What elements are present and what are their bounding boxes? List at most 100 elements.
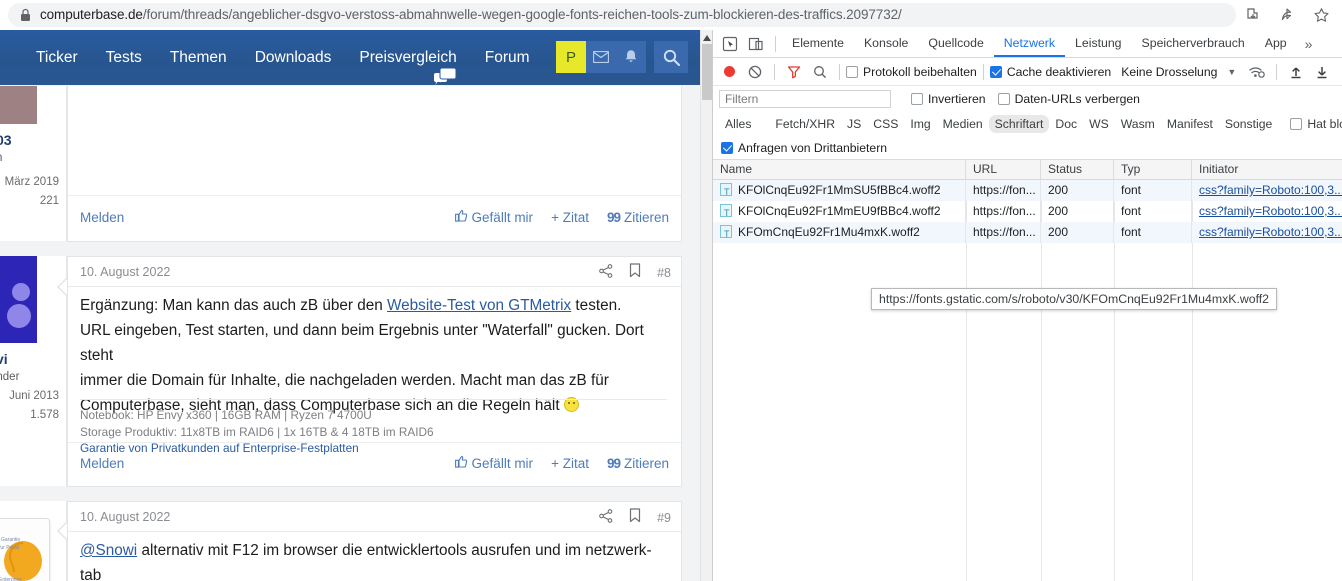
post-7-like-button[interactable]: Gefällt mir <box>454 209 533 225</box>
scrollbar-thumb[interactable] <box>702 44 712 100</box>
post-8-like-button[interactable]: Gefällt mir <box>454 455 533 471</box>
type-filter-css[interactable]: CSS <box>867 115 904 133</box>
bookmark-icon[interactable] <box>629 508 641 528</box>
clear-icon[interactable] <box>742 59 768 85</box>
post-7-actions: Gefällt mir + Zitat 99 Zitieren <box>454 209 669 225</box>
share-icon[interactable] <box>599 263 613 283</box>
type-filter-img[interactable]: Img <box>904 115 936 133</box>
post-8-report[interactable]: Melden <box>80 456 124 471</box>
column-header-url[interactable]: URL <box>966 160 1041 180</box>
post-8-number[interactable]: #8 <box>657 266 671 280</box>
column-header-status[interactable]: Status <box>1041 160 1114 180</box>
search-icon[interactable] <box>654 41 688 73</box>
post-8-username[interactable]: vi <box>0 351 8 367</box>
type-filter-ws[interactable]: WS <box>1083 115 1115 133</box>
type-filter-fetch-xhr[interactable]: Fetch/XHR <box>769 115 841 133</box>
post-9-header: 10. August 2022 #9 <box>68 502 681 532</box>
scroll-up-icon[interactable] <box>702 32 712 44</box>
post-8-quote-button[interactable]: + Zitat <box>551 456 589 471</box>
third-party-box[interactable] <box>721 141 733 154</box>
table-row[interactable]: KFOmCnqEu92Fr1Mu4mxK.woff2 https://fon..… <box>713 222 1342 243</box>
post-9-number[interactable]: #9 <box>657 511 671 525</box>
filter-input[interactable] <box>719 90 891 108</box>
table-row[interactable]: KFOlCnqEu92Fr1MmSU5fBBc4.woff2 https://f… <box>713 180 1342 201</box>
blocked-cookies-box[interactable] <box>1290 118 1303 130</box>
hide-data-urls-box[interactable] <box>997 93 1010 105</box>
hide-data-urls-checkbox[interactable]: Daten-URLs verbergen <box>997 92 1140 106</box>
bookmark-icon[interactable] <box>629 263 641 283</box>
tab-app[interactable]: App <box>1255 30 1297 57</box>
install-icon[interactable] <box>1242 4 1264 26</box>
invert-checkbox[interactable]: Invertieren <box>911 92 986 106</box>
more-tabs-icon[interactable]: » <box>1297 36 1321 52</box>
bookmark-star-icon[interactable] <box>1310 4 1332 26</box>
request-initiator[interactable]: css?family=Roboto:100,3... <box>1199 183 1342 197</box>
plus-badge[interactable]: P <box>556 41 586 73</box>
tab-quellcode[interactable]: Quellcode <box>918 30 993 57</box>
nav-item-tests[interactable]: Tests <box>92 30 156 85</box>
search-icon[interactable] <box>807 59 833 85</box>
blocked-cookies-checkbox[interactable]: Hat blockierte Co <box>1290 117 1342 131</box>
nav-item-forum[interactable]: Forum <box>471 30 544 85</box>
toolbar-divider-4 <box>1276 63 1278 80</box>
column-header-typ[interactable]: Typ <box>1114 160 1192 180</box>
column-header-initiator[interactable]: Initiator <box>1192 160 1342 180</box>
type-filter-schriftart[interactable]: Schriftart <box>988 115 1050 133</box>
invert-box[interactable] <box>911 93 923 105</box>
nav-item-downloads[interactable]: Downloads <box>241 30 346 85</box>
type-filter-manifest[interactable]: Manifest <box>1161 115 1219 133</box>
request-initiator[interactable]: css?family=Roboto:100,3... <box>1199 204 1342 218</box>
column-header-name[interactable]: Name <box>713 160 966 180</box>
table-row[interactable]: KFOlCnqEu92Fr1MmEU9fBBc4.woff2 https://f… <box>713 201 1342 222</box>
chevron-down-icon[interactable]: ▼ <box>1227 67 1236 77</box>
post-7-report[interactable]: Melden <box>80 210 124 225</box>
post-8-cite-button[interactable]: 99 Zitieren <box>607 456 669 471</box>
post-8-date: 10. August 2022 <box>80 265 171 279</box>
disable-cache-checkbox[interactable]: Cache deaktivieren <box>989 65 1111 79</box>
request-initiator[interactable]: css?family=Roboto:100,3... <box>1199 225 1342 239</box>
omnibox-url[interactable]: computerbase.de/forum/threads/angebliche… <box>40 0 902 30</box>
tab-elemente[interactable]: Elemente <box>782 30 854 57</box>
avatar[interactable] <box>0 256 37 343</box>
type-filter-sonstige[interactable]: Sonstige <box>1219 115 1278 133</box>
record-button[interactable] <box>724 66 735 77</box>
tab-netzwerk[interactable]: Netzwerk <box>994 30 1065 57</box>
tab-speicherverbrauch[interactable]: Speicherverbrauch <box>1132 30 1255 57</box>
tab-leistung[interactable]: Leistung <box>1065 30 1132 57</box>
bell-icon[interactable] <box>616 41 646 73</box>
post-9-mention-link[interactable]: @Snowi <box>80 542 137 559</box>
type-filter-medien[interactable]: Medien <box>937 115 989 133</box>
avatar[interactable] <box>0 86 37 124</box>
post-7-cite-button[interactable]: 99 Zitieren <box>607 210 669 225</box>
type-filter-doc[interactable]: Doc <box>1049 115 1083 133</box>
third-party-checkbox[interactable]: Anfragen von Drittanbietern <box>721 141 887 155</box>
mail-icon[interactable] <box>586 41 616 73</box>
device-toolbar-icon[interactable] <box>743 31 769 57</box>
post-7-quote-button[interactable]: + Zitat <box>551 210 589 225</box>
filter-funnel-icon[interactable] <box>781 59 807 85</box>
preserve-log-checkbox[interactable]: Protokoll beibehalten <box>846 65 977 79</box>
share-icon[interactable] <box>599 508 613 528</box>
nav-item-themen[interactable]: Themen <box>156 30 241 85</box>
post-8-gtmetrix-link[interactable]: Website-Test von GTMetrix <box>387 297 571 314</box>
throttling-select[interactable]: Keine Drosselung <box>1121 65 1217 79</box>
nav-item-ticker[interactable]: Ticker <box>22 30 92 85</box>
type-filter-wasm[interactable]: Wasm <box>1115 115 1161 133</box>
download-har-icon[interactable] <box>1309 59 1335 85</box>
type-filter-js[interactable]: JS <box>841 115 867 133</box>
inspect-element-icon[interactable] <box>717 31 743 57</box>
network-conditions-icon[interactable] <box>1244 59 1270 85</box>
page-scrollbar[interactable] <box>700 30 712 581</box>
upload-har-icon[interactable] <box>1283 59 1309 85</box>
share-icon[interactable] <box>1276 4 1298 26</box>
preserve-log-box[interactable] <box>846 65 858 78</box>
post-9-avatar[interactable]: Garantie fur Privat Enterprise <box>0 518 50 581</box>
post-7-username[interactable]: 03 <box>0 132 12 148</box>
hide-data-urls-label: Daten-URLs verbergen <box>1014 92 1140 106</box>
toolbar-divider-2 <box>839 63 840 80</box>
type-filter-alles[interactable]: Alles <box>719 115 757 133</box>
lock-icon[interactable] <box>20 8 31 22</box>
invert-label: Invertieren <box>928 92 986 106</box>
tab-konsole[interactable]: Konsole <box>854 30 918 57</box>
disable-cache-box[interactable] <box>989 65 1002 78</box>
